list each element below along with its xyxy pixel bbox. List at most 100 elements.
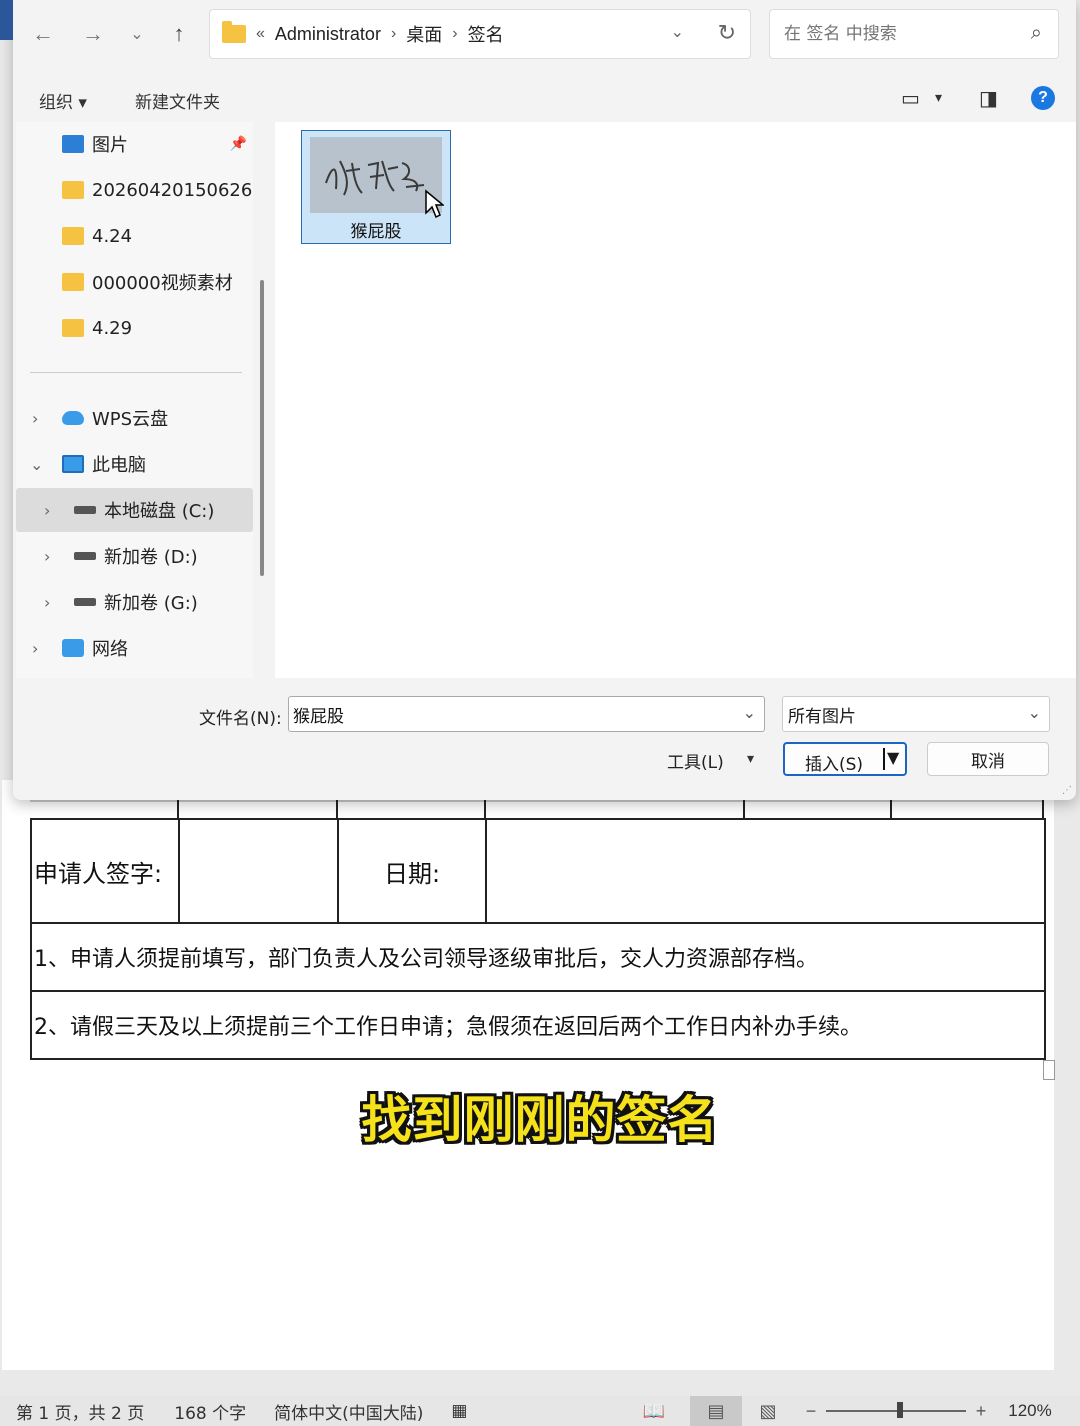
- search-icon[interactable]: ⌕: [1031, 22, 1042, 45]
- sidebar-item-drive-c[interactable]: › 本地磁盘 (C:): [16, 488, 253, 532]
- sidebar-item-network[interactable]: › 网络: [16, 626, 253, 670]
- folder-icon: [62, 227, 84, 245]
- navigation-pane: 图片 📌 20260420150626 4.24 000000视频素材 4.29…: [16, 122, 253, 678]
- applicant-signature-cell[interactable]: [178, 818, 339, 924]
- chevron-right-icon[interactable]: ›: [32, 639, 38, 658]
- search-input[interactable]: [784, 24, 1004, 44]
- sidebar-item-label: 图片: [92, 135, 128, 156]
- sidebar-divider: [30, 372, 242, 373]
- navigation-bar: ← → ⌄ ↑ « Administrator › 桌面 › 签名 ⌄ ↻ ⌕: [13, 0, 1076, 68]
- zoom-in-button[interactable]: +: [966, 1396, 996, 1426]
- sidebar-item-label: 网络: [92, 639, 128, 660]
- breadcrumb-administrator[interactable]: Administrator: [275, 24, 381, 45]
- table-stub: [1042, 800, 1044, 820]
- sidebar-item-label: 000000视频素材: [92, 273, 233, 294]
- folder-icon: [62, 319, 84, 337]
- language-indicator[interactable]: 简体中文(中国大陆): [274, 1399, 423, 1424]
- filename-combobox[interactable]: ⌄: [288, 696, 765, 732]
- tools-button[interactable]: 工具(L): [667, 748, 724, 773]
- file-name: 猴屁股: [350, 222, 402, 242]
- refresh-icon[interactable]: ↻: [718, 20, 736, 46]
- insert-button-label: 插入(S): [805, 755, 864, 775]
- view-options-icon[interactable]: ▭: [901, 86, 920, 110]
- new-folder-button[interactable]: 新建文件夹: [135, 88, 220, 113]
- sidebar-item-label: 新加卷 (D:): [104, 547, 198, 568]
- sidebar-item-folder[interactable]: 000000视频素材: [16, 260, 253, 304]
- search-box[interactable]: ⌕: [769, 9, 1059, 59]
- forward-arrow-icon[interactable]: →: [79, 20, 107, 48]
- note-row-1[interactable]: 1、申请人须提前填写，部门负责人及公司领导逐级审批后，交人力资源部存档。: [30, 922, 1046, 992]
- sidebar-item-label: 本地磁盘 (C:): [104, 501, 215, 522]
- window-edge: [0, 0, 13, 40]
- drive-icon: [74, 506, 96, 514]
- zoom-slider-thumb[interactable]: [896, 1402, 903, 1418]
- drive-icon: [74, 598, 96, 606]
- back-arrow-icon[interactable]: ←: [29, 20, 57, 48]
- read-mode-icon[interactable]: 📖: [634, 1396, 674, 1426]
- insert-dropdown-icon[interactable]: ▼: [887, 748, 899, 767]
- sidebar-item-label: 此电脑: [92, 455, 146, 476]
- word-count[interactable]: 168 个字: [174, 1399, 246, 1424]
- address-bar[interactable]: « Administrator › 桌面 › 签名 ⌄ ↻: [209, 9, 751, 59]
- folder-icon: [62, 273, 84, 291]
- insert-picture-dialog: ← → ⌄ ↑ « Administrator › 桌面 › 签名 ⌄ ↻ ⌕ …: [0, 0, 1076, 800]
- sidebar-item-drive-g[interactable]: › 新加卷 (G:): [16, 580, 253, 624]
- applicant-signature-label[interactable]: 申请人签字:: [30, 818, 180, 924]
- paragraph-mark: [1043, 1060, 1055, 1080]
- folder-icon: [62, 181, 84, 199]
- file-item[interactable]: 猴屁股: [301, 130, 451, 244]
- help-icon[interactable]: ?: [1031, 86, 1055, 110]
- chevron-right-icon[interactable]: ›: [44, 501, 50, 520]
- page-count[interactable]: 第 1 页，共 2 页: [16, 1399, 144, 1424]
- up-arrow-icon[interactable]: ↑: [165, 20, 193, 48]
- web-layout-icon[interactable]: ▧: [748, 1396, 788, 1426]
- network-icon: [62, 639, 84, 657]
- date-label[interactable]: 日期:: [337, 818, 487, 924]
- file-type-value: 所有图片: [788, 706, 856, 727]
- breadcrumb-signature[interactable]: 签名: [468, 21, 504, 47]
- organize-button[interactable]: 组织 ▾: [39, 88, 87, 113]
- note-row-2[interactable]: 2、请假三天及以上须提前三个工作日申请；急假须在返回后两个工作日内补办手续。: [30, 990, 1046, 1060]
- chevron-down-icon[interactable]: ⌄: [30, 455, 43, 474]
- sidebar-item-drive-d[interactable]: › 新加卷 (D:): [16, 534, 253, 578]
- sidebar-item-label: 4.29: [92, 317, 133, 339]
- sidebar-item-folder[interactable]: 4.29: [16, 306, 253, 350]
- command-bar: 组织 ▾ 新建文件夹 ▭ ▾ ◨: [13, 72, 1076, 122]
- chevron-right-icon[interactable]: ›: [44, 593, 50, 612]
- chevron-right-icon[interactable]: ›: [44, 547, 50, 566]
- resize-grip-icon[interactable]: ⋰: [1062, 785, 1072, 796]
- table-stub: [177, 800, 179, 820]
- zoom-level[interactable]: 120%: [1000, 1396, 1060, 1426]
- breadcrumb-overflow[interactable]: «: [256, 25, 265, 43]
- sidebar-item-pictures[interactable]: 图片 📌: [16, 122, 253, 166]
- sidebar-item-label: 4.24: [92, 225, 133, 247]
- zoom-out-button[interactable]: −: [796, 1396, 826, 1426]
- sidebar-item-wps-cloud[interactable]: › WPS云盘: [16, 396, 253, 440]
- file-list[interactable]: 猴屁股: [275, 122, 1076, 678]
- recent-chevron-down-icon[interactable]: ⌄: [123, 20, 151, 48]
- print-layout-icon[interactable]: ▤: [690, 1396, 742, 1426]
- tools-dropdown-icon[interactable]: ▾: [747, 750, 754, 767]
- preview-pane-icon[interactable]: ◨: [979, 86, 998, 110]
- leave-form-table: 申请人签字: 日期: 1、申请人须提前填写，部门负责人及公司领导逐级审批后，交人…: [30, 818, 1046, 1060]
- insert-button[interactable]: 插入(S) ▼: [783, 742, 907, 776]
- chevron-down-icon[interactable]: ⌄: [1028, 703, 1041, 722]
- date-cell[interactable]: [485, 818, 1046, 924]
- sidebar-scrollbar[interactable]: [260, 280, 264, 576]
- address-dropdown-chevron-icon[interactable]: ⌄: [671, 22, 684, 42]
- pin-icon[interactable]: 📌: [230, 136, 247, 152]
- sidebar-item-label: 20260420150626: [92, 179, 253, 201]
- file-type-filter[interactable]: 所有图片 ⌄: [782, 696, 1050, 732]
- video-subtitle: 找到刚刚的签名: [361, 1091, 719, 1149]
- drive-icon: [74, 552, 96, 560]
- sidebar-item-folder[interactable]: 20260420150626: [16, 168, 253, 212]
- sidebar-item-folder[interactable]: 4.24: [16, 214, 253, 258]
- filename-input[interactable]: [289, 704, 719, 724]
- sidebar-item-this-pc[interactable]: ⌄ 此电脑: [16, 442, 253, 486]
- macro-icon[interactable]: ▦: [451, 1401, 467, 1421]
- chevron-down-icon[interactable]: ⌄: [743, 703, 756, 723]
- chevron-right-icon[interactable]: ›: [32, 409, 38, 428]
- cancel-button[interactable]: 取消: [927, 742, 1049, 776]
- view-dropdown-chevron-icon[interactable]: ▾: [935, 90, 942, 106]
- breadcrumb-desktop[interactable]: 桌面: [406, 21, 442, 47]
